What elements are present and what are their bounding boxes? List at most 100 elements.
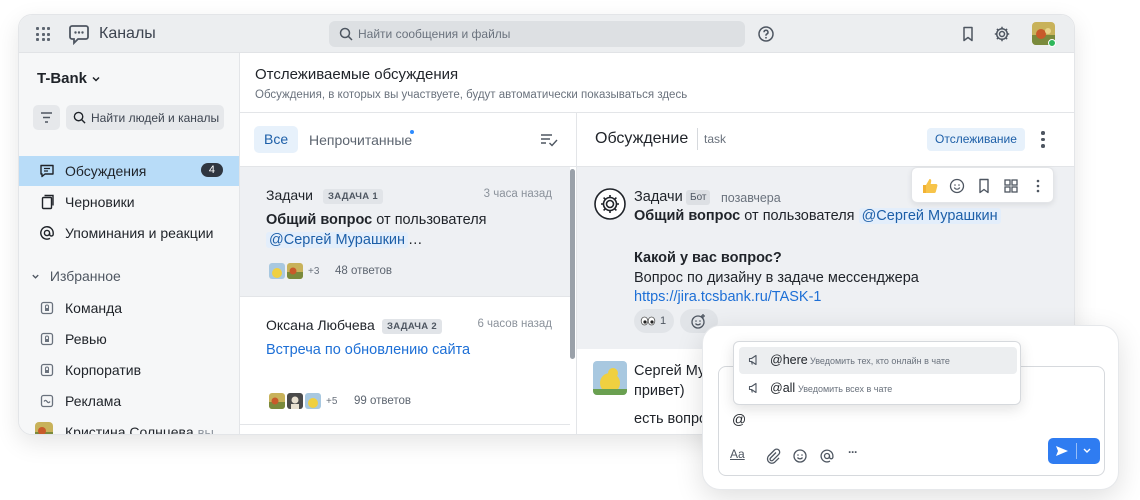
gear-icon[interactable] (993, 25, 1011, 43)
workspace-name: T-Bank (37, 70, 88, 87)
thread-item[interactable]: Оксана Любчева ЗАДАЧА 2 6 часов назад Вс… (240, 297, 570, 425)
send-divider (1076, 443, 1077, 459)
at-mention-icon[interactable] (818, 447, 836, 465)
participant-avatar (287, 263, 303, 279)
eyes-emoji-icon (640, 309, 656, 342)
thread-time: 6 часов назад (477, 318, 552, 330)
people-channels-search[interactable]: Найти людей и каналы (66, 105, 224, 130)
replies-count[interactable]: 99 ответов (354, 395, 411, 407)
sender-avatar[interactable] (593, 361, 627, 395)
threads-count-badge: 4 (200, 163, 223, 177)
thread-tag: ЗАДАЧА 1 (323, 189, 383, 204)
filter-icon (41, 112, 52, 123)
add-emoji-icon (691, 314, 705, 329)
channel-label: Ревью (65, 331, 107, 347)
participant-avatar (305, 393, 321, 409)
message-composer: @ Aa ··· @here Уведомить тех, кто онлайн… (702, 325, 1119, 490)
sidebar: T-Bank Найти людей и каналы Обсуждения 4… (19, 53, 240, 434)
filter-button[interactable] (33, 105, 60, 130)
nav-item-drafts[interactable]: Черновики (19, 187, 239, 217)
message: Задачи Бот позавчера Общий вопрос от пол… (577, 167, 1074, 349)
emoji-icon[interactable] (791, 447, 809, 465)
replies-count[interactable]: 48 ответов (335, 265, 392, 277)
workspace-switcher[interactable]: T-Bank (37, 70, 101, 87)
reaction-eyes[interactable]: 1 (634, 309, 674, 333)
favorites-section-header[interactable]: Избранное (31, 268, 121, 284)
thread-author: Задачи (266, 187, 314, 203)
content-header: Отслеживаемые обсуждения Обсуждения, в к… (240, 53, 1074, 113)
at-icon (40, 226, 54, 240)
suggestion-here[interactable]: @here Уведомить тех, кто онлайн в чате (739, 347, 1017, 374)
reaction-count: 1 (660, 315, 667, 327)
more-participants: +3 (308, 266, 320, 277)
more-tools-button[interactable]: ··· (848, 445, 866, 463)
bot-badge: Бот (686, 190, 711, 205)
page-title: Отслеживаемые обсуждения (255, 66, 459, 83)
dm-item-self[interactable]: Кристина Солнцева вы (19, 417, 239, 435)
chevron-down-icon[interactable] (1082, 447, 1092, 455)
user-mention: @Сергей Мурашкин (266, 232, 409, 248)
channel-item-review[interactable]: Ревью (19, 324, 239, 354)
mention-suggestions: @here Уведомить тех, кто онлайн в чате @… (733, 341, 1021, 405)
more-options-icon[interactable] (1041, 131, 1045, 151)
channel-item-corporate[interactable]: Корпоратив (19, 355, 239, 385)
tab-all[interactable]: Все (254, 126, 299, 153)
channel-item-team[interactable]: Команда (19, 293, 239, 323)
emoji-icon[interactable] (948, 177, 966, 195)
participant-avatar (287, 393, 303, 409)
format-text-button[interactable]: Aa (730, 447, 748, 465)
help-icon[interactable] (757, 25, 775, 43)
thread-author: Оксана Любчева (266, 317, 375, 333)
dm-label: Кристина Солнцева вы (65, 424, 214, 435)
participant-avatar (269, 393, 285, 409)
thread-preview-link[interactable]: Встреча по обновлению сайта (266, 340, 556, 360)
send-button[interactable] (1048, 438, 1100, 464)
message-author[interactable]: Сергей Му (634, 363, 705, 379)
apps-icon[interactable] (1002, 177, 1020, 195)
participant-avatar (269, 263, 285, 279)
channel-item-ads[interactable]: Реклама (19, 386, 239, 416)
unread-indicator-dot (410, 130, 414, 134)
user-mention[interactable]: @Сергей Мурашкин (858, 208, 1001, 224)
mark-read-icon[interactable] (540, 133, 558, 147)
thumbs-up-icon[interactable] (921, 177, 939, 195)
nav-item-mentions[interactable]: Упоминания и реакции (19, 218, 239, 248)
tracking-button[interactable]: Отслеживание (927, 128, 1025, 151)
top-bar: Каналы Найти сообщения и файлы (19, 15, 1074, 53)
discussion-title: Обсуждение (595, 130, 689, 147)
suggestion-all[interactable]: @all Уведомить всех в чате (739, 375, 1017, 402)
tab-unread[interactable]: Непрочитанные (309, 132, 412, 148)
chevron-down-icon (92, 77, 100, 82)
lock-icon (40, 332, 54, 346)
message-line: Общий вопрос от пользователя @Сергей Мур… (634, 208, 1001, 224)
message-author[interactable]: Задачи (634, 189, 683, 205)
input-value: @ (732, 411, 747, 427)
favorites-label: Избранное (49, 268, 121, 284)
global-search-input[interactable]: Найти сообщения и файлы (329, 21, 745, 47)
bookmark-icon[interactable] (975, 177, 993, 195)
drafts-icon (41, 194, 54, 210)
channel-label: Реклама (65, 393, 122, 409)
more-options-icon[interactable] (1029, 177, 1047, 195)
megaphone-icon (748, 382, 757, 394)
nav-item-threads[interactable]: Обсуждения 4 (19, 156, 239, 186)
nav-label: Упоминания и реакции (65, 225, 214, 241)
thread-list: Все Непрочитанные Задачи ЗАДАЧА 1 3 часа… (240, 113, 577, 434)
thread-list-scrollbar[interactable] (570, 169, 575, 359)
paperclip-icon[interactable] (764, 447, 782, 465)
channel-label: Команда (65, 300, 123, 316)
thread-item[interactable]: Задачи ЗАДАЧА 1 3 часа назад Общий вопро… (240, 167, 570, 297)
online-status-dot (47, 434, 55, 435)
bookmark-icon[interactable] (959, 25, 977, 43)
discussion-channel-tag[interactable]: task (704, 132, 726, 146)
self-suffix: вы (197, 425, 214, 435)
nav-label: Обсуждения (65, 163, 147, 179)
discussion-header: Обсуждение task Отслеживание (577, 113, 1074, 167)
message-link[interactable]: https://jira.tcsbank.ru/TASK-1 (634, 289, 822, 305)
bot-gear-avatar-icon (594, 188, 626, 220)
apps-grid-icon[interactable] (36, 27, 50, 41)
thread-tag: ЗАДАЧА 2 (382, 319, 442, 334)
threads-icon (40, 164, 54, 178)
suggestion-key: @here (770, 353, 808, 367)
nav-label: Черновики (65, 194, 135, 210)
